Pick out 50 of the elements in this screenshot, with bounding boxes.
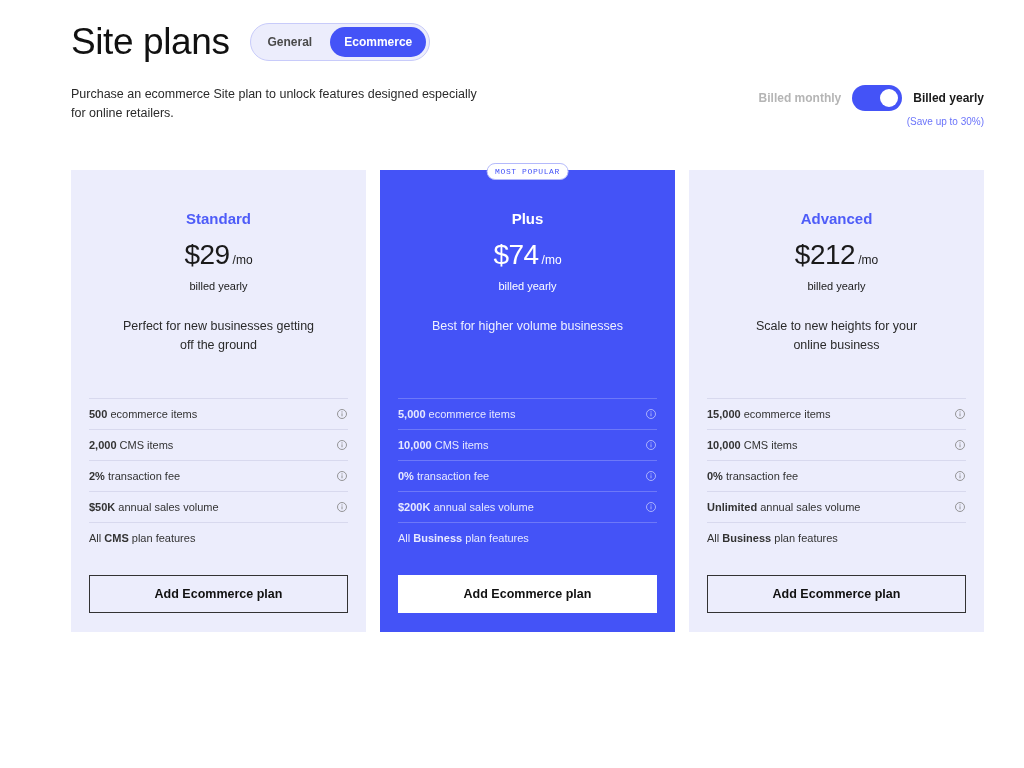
billing-note: billed yearly [806,279,867,293]
feature-text: All Business plan features [398,532,529,544]
feature-text: 2,000 CMS items [89,439,174,451]
price-period: /mo [541,252,562,269]
price-period: /mo [858,252,879,269]
plan-price: $74 [493,240,539,270]
feature-text: 2% transaction fee [89,470,181,482]
plan-name: Plus [510,210,545,228]
price-period: /mo [232,252,253,269]
billing-label: Billed yearly [913,91,984,105]
feature-text: All Business plan features [707,532,838,544]
plan-price: $29 [184,240,230,270]
info-icon[interactable] [337,409,347,419]
plan-description: Best for higher volume businesses [431,318,624,335]
info-icon[interactable] [337,440,347,450]
tab[interactable]: Ecommerce [330,27,427,57]
info-icon[interactable] [337,471,347,481]
info-icon[interactable] [955,409,965,419]
plan-name: Advanced [799,210,874,228]
info-icon[interactable] [955,502,965,512]
feature-text: 0% transaction fee [398,470,490,482]
info-icon[interactable] [955,471,965,481]
billing-note: billed yearly [497,279,558,293]
billing-note: billed yearly [188,279,249,293]
add-plan-button[interactable]: Add Ecommerce plan [398,575,657,613]
billing-label: Billed monthly [758,91,842,105]
billing-switch[interactable] [852,85,903,111]
page-title: Site plans [71,20,230,64]
plan-description: Perfect for new businesses getting off the ground [121,318,316,354]
tab[interactable]: General [253,27,327,57]
feature-text: $200K annual sales volume [398,501,534,513]
feature-text: All CMS plan features [89,532,196,544]
feature-text: 500 ecommerce items [89,408,198,420]
info-icon[interactable] [955,440,965,450]
intro-text: Purchase an ecommerce Site plan to unlock features designed especially for online retailers. [71,86,478,122]
savings-note: (Save up to 30%) [906,115,984,128]
feature-text: 10,000 CMS items [398,439,489,451]
feature-text: $50K annual sales volume [89,501,219,513]
feature-text: 5,000 ecommerce items [398,408,516,420]
feature-text: 0% transaction fee [707,470,799,482]
plan-name: Standard [185,210,252,228]
add-plan-button[interactable]: Add Ecommerce plan [89,575,348,613]
plan-price: $212 [794,240,856,270]
feature-text: 15,000 ecommerce items [707,408,831,420]
plan-description: Scale to new heights for your online business [754,318,919,354]
feature-text: 10,000 CMS items [707,439,798,451]
info-icon[interactable] [337,502,347,512]
feature-text: Unlimited annual sales volume [707,501,861,513]
popular-badge: MOST POPULAR [486,163,569,180]
add-plan-button[interactable]: Add Ecommerce plan [707,575,966,613]
